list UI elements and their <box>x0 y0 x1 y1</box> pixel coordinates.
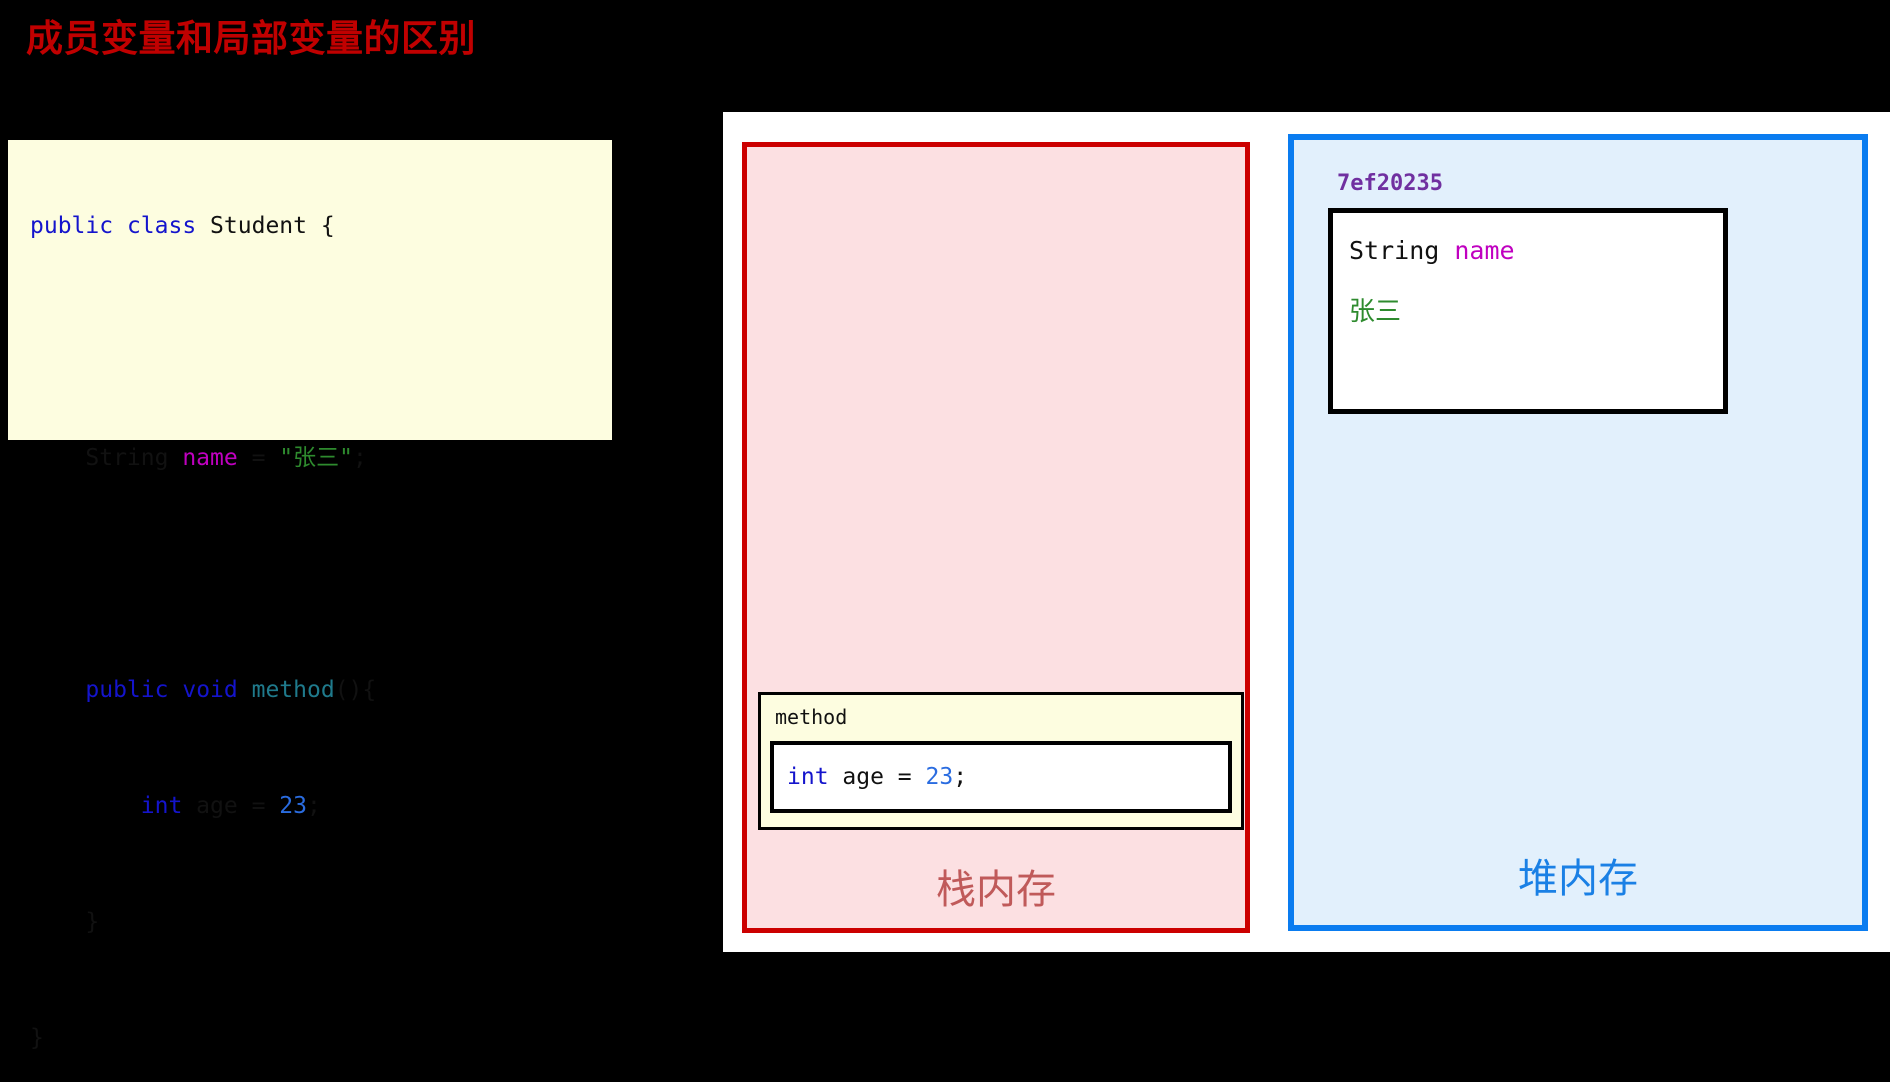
code-token-plain: ; <box>352 445 367 471</box>
code-line: public void method(){ <box>30 676 612 705</box>
code-token-field: name <box>182 445 238 471</box>
java-source-code-panel: public class Student { String name = "张三… <box>8 140 612 1051</box>
code-token-plain: age = <box>182 793 280 819</box>
heap-object-field-value: 张三 <box>1349 297 1402 326</box>
heap-field-space <box>1439 236 1454 265</box>
code-line: int age = 23; <box>30 792 612 821</box>
heap-object-field-declaration: String name <box>1349 235 1515 267</box>
stack-method-frame: method int age = 23; <box>758 692 1244 830</box>
heap-object-box: String name 张三 <box>1328 208 1728 414</box>
code-token-string: "张三" <box>279 445 353 471</box>
heap-memory-label: 堆内存 <box>1518 856 1638 901</box>
code-token-keyword: public <box>30 213 114 239</box>
code-token-plain: Student { <box>196 213 335 239</box>
code-token-plain: ; <box>306 793 321 819</box>
stack-frame-name-label: method <box>775 705 848 729</box>
local-var-terminator: ; <box>953 764 968 790</box>
code-token-keyword: class <box>126 213 197 239</box>
heap-object-address: 7ef20235 <box>1337 171 1443 196</box>
local-var-keyword: int <box>787 764 829 790</box>
code-token-function: method <box>251 677 335 703</box>
code-line: String name = "张三"; <box>30 444 612 473</box>
code-token-operator: = <box>237 445 280 471</box>
local-var-value: 23 <box>925 764 954 790</box>
code-token-keyword: int <box>140 793 183 819</box>
code-token-plain: } <box>85 909 100 935</box>
code-line: } <box>30 1024 612 1053</box>
stack-memory-label: 栈内存 <box>936 867 1056 912</box>
page-title: 成员变量和局部变量的区别 <box>26 19 476 60</box>
local-var-identifier: age = <box>828 764 926 790</box>
code-token-keyword: public <box>85 677 169 703</box>
code-token-keyword: void <box>182 677 238 703</box>
memory-diagram-stage: method int age = 23; 栈内存 7ef20235 String… <box>723 112 1890 952</box>
heap-field-name: name <box>1454 236 1515 265</box>
code-token-plain: } <box>30 1025 44 1051</box>
code-line: } <box>30 908 612 937</box>
stack-memory-region: method int age = 23; 栈内存 <box>742 142 1250 933</box>
code-token-type: String <box>85 445 183 471</box>
heap-field-type: String <box>1349 236 1440 265</box>
code-token-plain: (){ <box>334 677 377 703</box>
stack-local-variable-box: int age = 23; <box>770 741 1232 813</box>
code-token-number: 23 <box>279 793 307 819</box>
code-line: public class Student { <box>30 212 612 241</box>
heap-memory-region: 7ef20235 String name 张三 堆内存 <box>1288 134 1868 931</box>
